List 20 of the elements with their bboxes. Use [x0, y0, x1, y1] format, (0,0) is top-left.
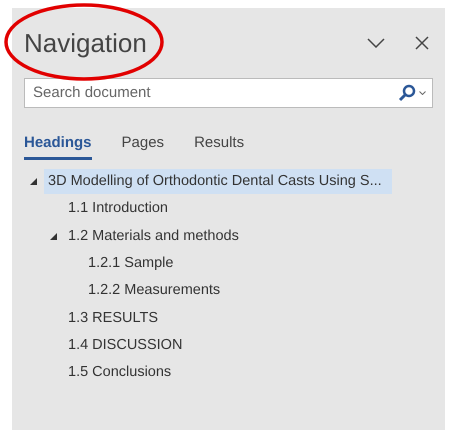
heading-item[interactable]: 1.4 DISCUSSION [64, 332, 186, 358]
heading-item[interactable]: 3D Modelling of Orthodontic Dental Casts Using S... [44, 169, 392, 194]
heading-item[interactable]: 1.3 RESULTS [64, 306, 162, 331]
heading-item[interactable]: 1.5 Conclusions [64, 360, 176, 386]
search-icon[interactable] [398, 84, 416, 102]
search-bar[interactable]: Search document [24, 78, 433, 108]
heading-item[interactable]: 1.2.2 Measurements [84, 278, 224, 304]
tab[interactable]: Results [194, 130, 244, 160]
expanded-triangle-icon[interactable] [30, 178, 37, 186]
heading-item[interactable]: 1.2.1 Sample [84, 251, 178, 276]
heading-item[interactable]: 1.2 Materials and methods [64, 224, 243, 249]
heading-item[interactable]: 1.1 Introduction [64, 196, 172, 222]
close-icon[interactable] [415, 36, 429, 50]
search-field[interactable]: Search document [33, 82, 398, 104]
pane-title: Navigation [24, 30, 147, 56]
dropdown-caret-icon[interactable] [419, 91, 426, 95]
tab[interactable]: Headings [24, 130, 92, 160]
chevron-down-icon[interactable] [367, 38, 385, 48]
expanded-triangle-icon[interactable] [50, 232, 57, 240]
tab[interactable]: Pages [122, 130, 164, 160]
